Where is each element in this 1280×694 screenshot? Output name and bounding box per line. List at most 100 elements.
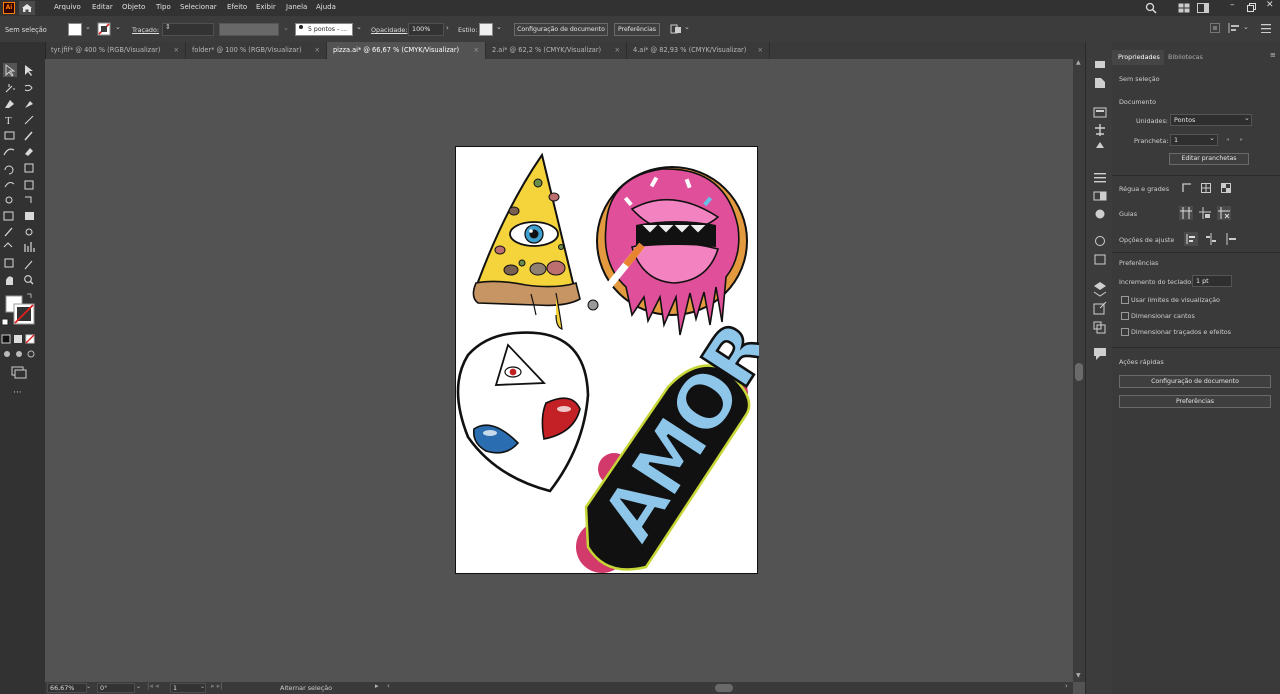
fill-swatch[interactable] xyxy=(68,23,82,36)
style-swatch[interactable] xyxy=(479,23,493,36)
document-tabs: tyr.jfif* @ 400 % (RGB/Visualizar) × fold… xyxy=(45,42,1085,59)
rulers-icon[interactable] xyxy=(1182,183,1192,193)
edit-artboards-button[interactable]: Editar pranchetas xyxy=(1169,153,1249,165)
opacity-field[interactable]: 100% xyxy=(408,23,444,36)
menu-janela[interactable]: Janela xyxy=(286,3,307,11)
smart-guides-icon[interactable] xyxy=(1217,206,1231,220)
artboards-icon xyxy=(1093,107,1107,118)
menu-arquivo[interactable]: Arquivo xyxy=(54,3,81,11)
quick-preferences-button[interactable]: Preferências xyxy=(1119,395,1271,408)
selection-state: Sem seleção xyxy=(1119,75,1160,83)
first-artboard-icon[interactable]: |◂ ◂ xyxy=(147,682,159,690)
keyboard-increment-label: Incremento do teclado: xyxy=(1119,278,1194,286)
guides-label: Guias xyxy=(1119,210,1138,218)
stroke-swatch[interactable] xyxy=(97,22,111,36)
chevron-up-icon[interactable]: ▲ xyxy=(1076,59,1081,66)
stepper-icon[interactable]: ⇕ xyxy=(165,23,171,31)
tab-2[interactable]: 2.ai* @ 62,2 % (CMYK/Visualizar) × xyxy=(486,42,627,59)
vertical-scrollbar[interactable]: ▲ ▼ xyxy=(1073,59,1085,682)
preferences-button[interactable]: Preferências xyxy=(614,23,660,36)
status-bar: 66,67% ⌄ 0° ⌄ |◂ ◂ 1 ⌄ ▸ ▸| Alternar sel… xyxy=(45,682,1073,694)
menu-exibir[interactable]: Exibir xyxy=(256,3,276,11)
tab-properties[interactable]: Propriedades xyxy=(1112,50,1164,65)
restore-icon[interactable] xyxy=(1247,3,1256,12)
tab-libraries[interactable]: Bibliotecas xyxy=(1168,50,1216,65)
chevron-down-icon[interactable]: ⌄ xyxy=(496,23,502,31)
minimize-icon[interactable]: – xyxy=(1230,0,1235,10)
chevron-left-icon[interactable]: ‹ xyxy=(387,682,390,690)
menu-tipo[interactable]: Tipo xyxy=(156,3,171,11)
close-icon[interactable]: × xyxy=(614,42,620,59)
chevron-down-icon[interactable]: ⌄ xyxy=(1244,114,1250,122)
zoom-field[interactable]: 66,67% xyxy=(47,683,87,693)
stroke-label[interactable]: Traçado: xyxy=(132,26,159,34)
chevron-down-icon[interactable]: ⌄ xyxy=(1243,23,1249,31)
horizontal-scroll-thumb[interactable] xyxy=(715,684,733,692)
arrange-documents-icon[interactable] xyxy=(1178,3,1190,13)
close-icon[interactable]: × xyxy=(757,42,763,59)
tab-pizza[interactable]: pizza.ai* @ 66,67 % (CMYK/Visualizar) × xyxy=(327,42,486,59)
arrange-icon[interactable] xyxy=(670,23,682,35)
properties-icon xyxy=(1095,61,1105,68)
home-icon[interactable] xyxy=(19,1,35,15)
menu-icon[interactable] xyxy=(1261,24,1271,33)
artboard[interactable]: AMOR xyxy=(455,146,790,574)
close-icon[interactable]: × xyxy=(473,42,479,59)
show-guides-icon[interactable] xyxy=(1179,206,1193,220)
units-select[interactable]: Pontos xyxy=(1170,114,1252,126)
transparency-grid-icon[interactable] xyxy=(1221,183,1231,193)
align-icon[interactable] xyxy=(1210,23,1220,33)
close-icon[interactable]: × xyxy=(314,42,320,59)
close-icon[interactable]: ✕ xyxy=(1266,0,1274,10)
close-icon[interactable]: × xyxy=(173,42,179,59)
chevron-right-icon[interactable]: › xyxy=(1065,682,1068,690)
document-setup-button[interactable]: Configuração de documento xyxy=(514,23,608,36)
next-artboard-icon[interactable]: ▸ xyxy=(1240,136,1243,143)
chevron-down-icon[interactable]: ⌄ xyxy=(200,683,205,690)
prev-artboard-icon[interactable]: ◂ xyxy=(1226,136,1229,143)
chevron-down-icon[interactable]: ⌄ xyxy=(115,23,121,31)
menu-editar[interactable]: Editar xyxy=(92,3,113,11)
scroll-thumb[interactable] xyxy=(1075,363,1083,381)
panel-menu-icon[interactable]: ≡ xyxy=(1270,51,1276,59)
chevron-down-icon[interactable]: ⌄ xyxy=(136,683,141,690)
chevron-down-icon[interactable]: ▼ xyxy=(1076,672,1081,679)
chevron-down-icon[interactable]: ⌄ xyxy=(85,23,91,31)
distribute-icon[interactable] xyxy=(1228,23,1240,33)
chevron-right-icon[interactable]: ▸ xyxy=(375,682,379,690)
grid-icon[interactable] xyxy=(1201,183,1211,193)
chevron-down-icon[interactable]: ⌄ xyxy=(684,23,690,31)
chevron-down-icon[interactable]: ⌄ xyxy=(86,683,91,690)
menu-efeito[interactable]: Efeito xyxy=(227,3,247,11)
snap-to-point-icon[interactable] xyxy=(1184,232,1198,246)
brush-definition-field[interactable]: 5 pontos - ... xyxy=(295,23,353,36)
keyboard-increment-field[interactable]: 1 pt xyxy=(1192,275,1232,287)
tab-4[interactable]: 4.ai* @ 82,93 % (CMYK/Visualizar) × xyxy=(627,42,770,59)
comments-icon xyxy=(1094,348,1106,360)
preview-bounds-checkbox[interactable] xyxy=(1121,296,1129,304)
scale-corners-checkbox[interactable] xyxy=(1121,312,1129,320)
chevron-down-icon[interactable]: ⌄ xyxy=(283,24,289,32)
workspace-icon[interactable] xyxy=(1197,3,1209,13)
divider xyxy=(1112,175,1280,176)
tab-tyr[interactable]: tyr.jfif* @ 400 % (RGB/Visualizar) × xyxy=(45,42,186,59)
next-artboard-icon[interactable]: ▸ ▸| xyxy=(211,682,223,690)
menu-objeto[interactable]: Objeto xyxy=(122,3,145,11)
menu-bar: Ai Arquivo Editar Objeto Tipo Selecionar… xyxy=(0,0,1280,16)
document-icon xyxy=(1095,78,1105,88)
quick-document-setup-button[interactable]: Configuração de documento xyxy=(1119,375,1271,388)
snap-to-grid-icon[interactable] xyxy=(1225,233,1237,245)
scale-strokes-checkbox[interactable] xyxy=(1121,328,1129,336)
snap-to-pixel-icon[interactable] xyxy=(1205,233,1217,245)
chevron-right-icon[interactable]: › xyxy=(446,24,449,32)
lock-guides-icon[interactable] xyxy=(1199,207,1211,219)
menu-ajuda[interactable]: Ajuda xyxy=(316,3,336,11)
opacity-label[interactable]: Opacidade: xyxy=(371,26,407,34)
chevron-down-icon[interactable]: ⌄ xyxy=(356,23,362,31)
menu-selecionar[interactable]: Selecionar xyxy=(180,3,217,11)
variable-width-profile[interactable] xyxy=(219,23,279,36)
search-icon[interactable] xyxy=(1145,2,1157,14)
rotation-field[interactable]: 0° xyxy=(97,683,135,693)
tab-folder[interactable]: folder* @ 100 % (RGB/Visualizar) × xyxy=(186,42,327,59)
chevron-down-icon[interactable]: ⌄ xyxy=(1209,134,1215,142)
